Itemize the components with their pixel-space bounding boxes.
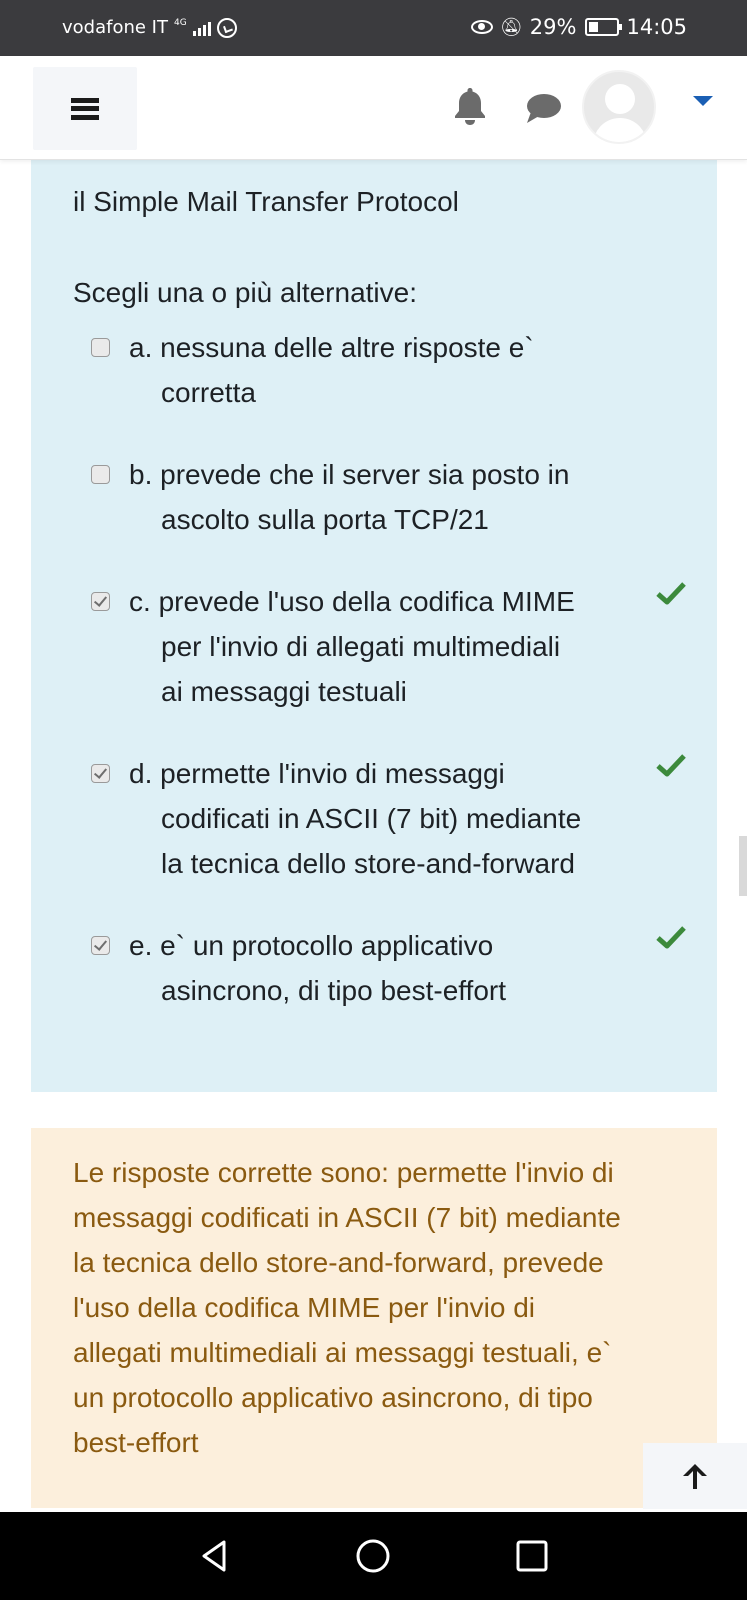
- user-avatar-icon[interactable]: [582, 70, 656, 144]
- checkbox-a[interactable]: [91, 338, 110, 357]
- signal-icon: [192, 20, 211, 36]
- status-bar: vodafone IT 4G 🔕︎ 29% 14:05: [0, 0, 747, 56]
- back-nav-icon[interactable]: [196, 1538, 232, 1574]
- checkbox-e[interactable]: [91, 936, 110, 955]
- recents-nav-icon[interactable]: [514, 1538, 550, 1574]
- carrier-name: vodafone IT: [62, 17, 168, 38]
- status-right: 🔕︎ 29% 14:05: [470, 15, 687, 39]
- checkbox-b[interactable]: [91, 465, 110, 484]
- battery-icon: [585, 18, 623, 36]
- feedback-card: Le risposte corrette sono: permette l'in…: [31, 1128, 717, 1508]
- answer-label: e. e` un protocollo applicativo asincron…: [129, 930, 507, 1006]
- clock: 14:05: [626, 15, 687, 39]
- bell-icon[interactable]: [452, 86, 488, 126]
- scrollbar-thumb[interactable]: [739, 836, 747, 896]
- arrow-up-icon: [683, 1464, 707, 1489]
- question-card: il Simple Mail Transfer Protocol Scegli …: [31, 160, 717, 1092]
- back-to-top-button[interactable]: [643, 1443, 747, 1509]
- mute-bell-icon: 🔕︎: [499, 16, 523, 38]
- answer-label: b. prevede che il server sia posto in as…: [129, 459, 570, 535]
- menu-button[interactable]: [33, 67, 137, 150]
- network-type: 4G: [173, 18, 187, 28]
- chat-icon[interactable]: [524, 92, 562, 126]
- battery-percent: 29%: [529, 15, 577, 39]
- status-left: vodafone IT 4G: [62, 17, 237, 38]
- android-nav-bar: [0, 1512, 747, 1600]
- correct-check-icon: [656, 754, 686, 777]
- correct-answers-text: Le risposte corrette sono: permette l'in…: [73, 1157, 621, 1458]
- answer-label: d. permette l'invio di messaggi codifica…: [129, 758, 582, 879]
- checkbox-d[interactable]: [91, 764, 110, 783]
- app-header: [0, 56, 747, 160]
- question-text: il Simple Mail Transfer Protocol: [73, 186, 459, 217]
- hamburger-icon: [71, 97, 99, 120]
- whatsapp-icon: [216, 17, 237, 38]
- correct-check-icon: [656, 926, 686, 949]
- answer-label: a. nessuna delle altre risposte e` corre…: [129, 332, 534, 408]
- eye-comfort-icon: [470, 20, 493, 34]
- question-prompt: Scegli una o più alternative:: [73, 277, 417, 308]
- home-nav-icon[interactable]: [355, 1538, 391, 1574]
- caret-down-icon[interactable]: [693, 96, 713, 106]
- answer-label: c. prevede l'uso della codifica MIME per…: [129, 586, 575, 707]
- checkbox-c[interactable]: [91, 592, 110, 611]
- correct-check-icon: [656, 582, 686, 605]
